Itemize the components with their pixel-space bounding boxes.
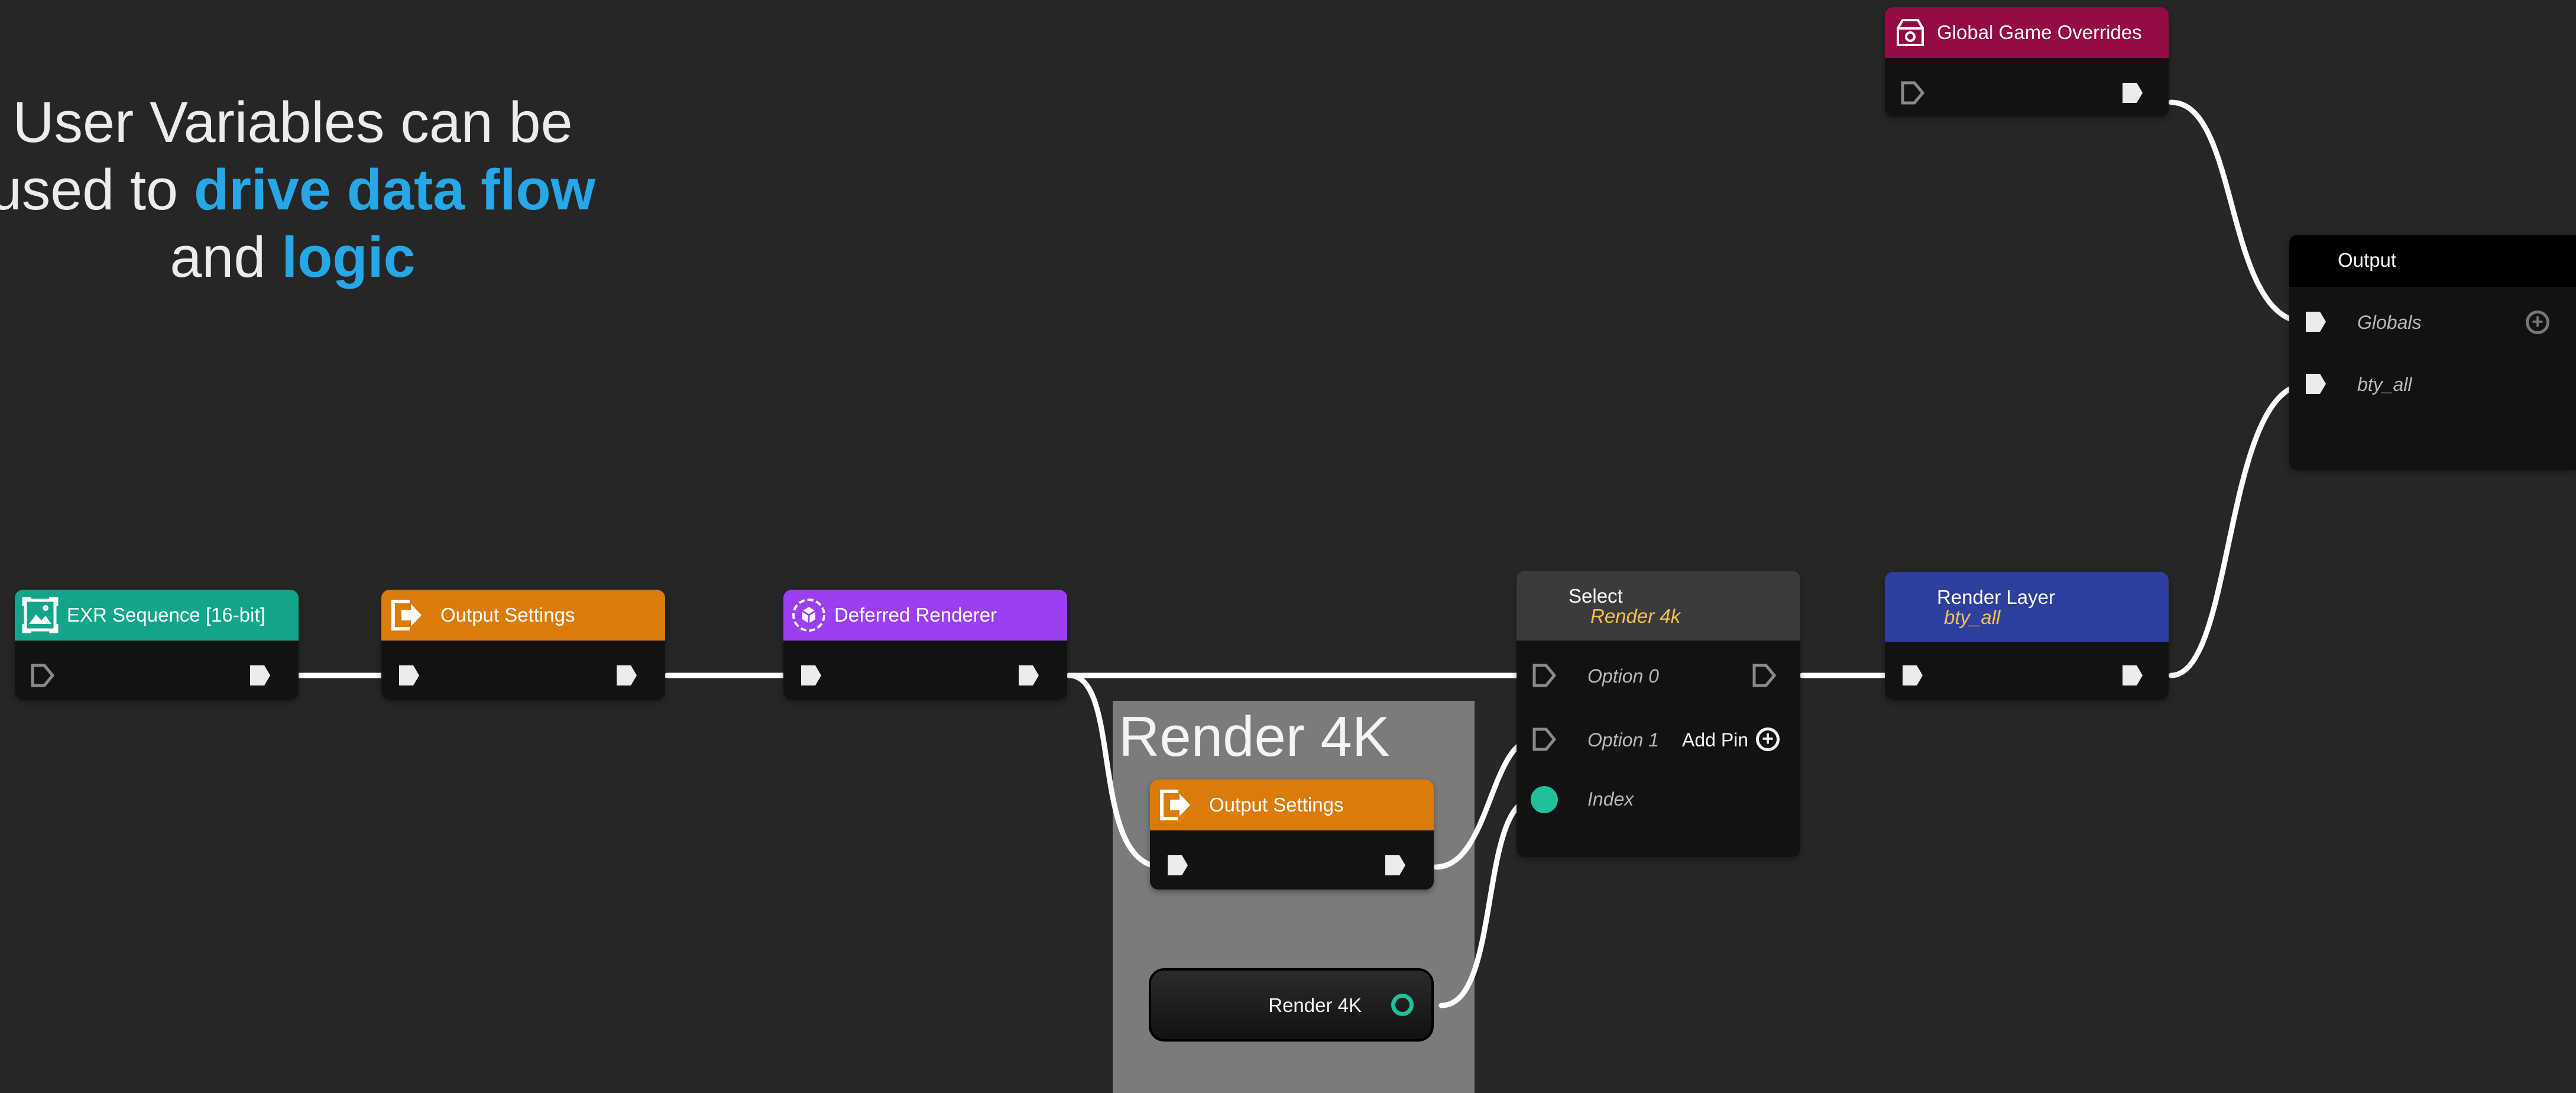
node-title: Select: [1569, 585, 1623, 607]
node-header: Deferred Renderer: [783, 590, 1067, 641]
node-title: Output Settings: [440, 604, 575, 626]
pin-label-index: Index: [1587, 788, 1634, 810]
caption-line-3-prefix: and: [170, 225, 282, 289]
input-pin-bty-all[interactable]: [2303, 371, 2328, 396]
node-exr-sequence[interactable]: EXR Sequence [16-bit]: [15, 590, 299, 700]
input-pin[interactable]: [397, 663, 422, 688]
add-pin-label: Add Pin: [1682, 729, 1749, 751]
output-pin[interactable]: [248, 663, 273, 688]
output-pin[interactable]: [2120, 80, 2145, 105]
image-sequence-icon: [22, 597, 59, 633]
input-pin-option-1[interactable]: [1532, 727, 1557, 752]
caption-line-2: used to drive data flow: [0, 156, 609, 224]
node-header: Output Settings: [1150, 780, 1434, 830]
node-header: Render Layer bty_all: [1885, 572, 2169, 642]
pin-label-bty-all: bty_all: [2357, 374, 2412, 395]
node-output[interactable]: Output Globals + bty_all: [2289, 235, 2576, 470]
node-header: EXR Sequence [16-bit]: [15, 590, 299, 641]
node-header: Output Settings: [381, 590, 665, 641]
graph-caption: User Variables can be used to drive data…: [0, 89, 609, 291]
caption-line-2-prefix: used to: [0, 157, 194, 222]
output-pin[interactable]: [614, 663, 639, 688]
input-pin-option-0[interactable]: [1532, 663, 1557, 688]
node-subtitle: bty_all: [1944, 606, 2001, 628]
input-pin-index[interactable]: [1531, 786, 1558, 813]
variable-label: Render 4K: [1268, 994, 1362, 1016]
node-deferred-renderer[interactable]: Deferred Renderer: [783, 590, 1067, 700]
graph-canvas[interactable]: User Variables can be used to drive data…: [0, 0, 2576, 1093]
output-pin[interactable]: [1383, 853, 1408, 878]
variable-output-pin[interactable]: [1391, 994, 1414, 1016]
input-pin[interactable]: [1900, 663, 1925, 688]
node-header: Global Game Overrides: [1885, 7, 2169, 58]
output-pin[interactable]: [1752, 663, 1777, 688]
output-settings-icon: [391, 600, 422, 630]
output-pin[interactable]: [1016, 663, 1041, 688]
deferred-renderer-icon: [792, 599, 825, 632]
add-pin-icon[interactable]: +: [2526, 311, 2549, 334]
input-pin[interactable]: [1900, 80, 1925, 105]
node-select[interactable]: Select Render 4k Option 0 Option 1 Add P…: [1517, 571, 1800, 857]
node-global-game-overrides[interactable]: Global Game Overrides: [1885, 7, 2169, 117]
node-output-settings[interactable]: Output Settings: [381, 590, 665, 700]
input-pin[interactable]: [30, 663, 55, 688]
output-settings-icon: [1160, 790, 1190, 820]
node-title: EXR Sequence [16-bit]: [67, 604, 265, 626]
node-header: Output: [2289, 235, 2576, 287]
input-pin-globals[interactable]: [2303, 309, 2328, 334]
caption-highlight-logic: logic: [281, 225, 416, 289]
input-pin[interactable]: [799, 663, 824, 688]
node-title: Global Game Overrides: [1937, 21, 2142, 43]
caption-highlight-data-flow: drive data flow: [193, 157, 596, 222]
wire-render-layer-to-output: [2168, 381, 2310, 678]
node-header: Select Render 4k: [1517, 571, 1800, 641]
node-title: Output: [2338, 249, 2397, 271]
user-variable-render-4k[interactable]: Render 4K: [1149, 968, 1434, 1042]
node-title: Output Settings: [1209, 794, 1344, 816]
node-subtitle: Render 4k: [1590, 605, 1681, 627]
pin-label-option-1: Option 1: [1587, 729, 1659, 751]
wire-global-overrides-to-output: [2168, 99, 2310, 325]
output-pin[interactable]: [2120, 663, 2145, 688]
pin-label-option-0: Option 0: [1587, 665, 1659, 687]
caption-line-1: User Variables can be: [12, 90, 573, 154]
node-title: Render Layer: [1937, 586, 2055, 608]
global-overrides-icon: [1897, 19, 1924, 46]
pin-label-globals: Globals: [2357, 312, 2422, 333]
node-title: Deferred Renderer: [834, 604, 997, 626]
group-title: Render 4K: [1119, 705, 1390, 768]
node-render-layer[interactable]: Render Layer bty_all: [1885, 572, 2169, 700]
caption-line-3: and logic: [0, 224, 609, 291]
node-output-settings-4k[interactable]: Output Settings: [1150, 780, 1434, 890]
input-pin[interactable]: [1165, 853, 1190, 878]
add-pin-icon[interactable]: +: [1756, 727, 1780, 751]
